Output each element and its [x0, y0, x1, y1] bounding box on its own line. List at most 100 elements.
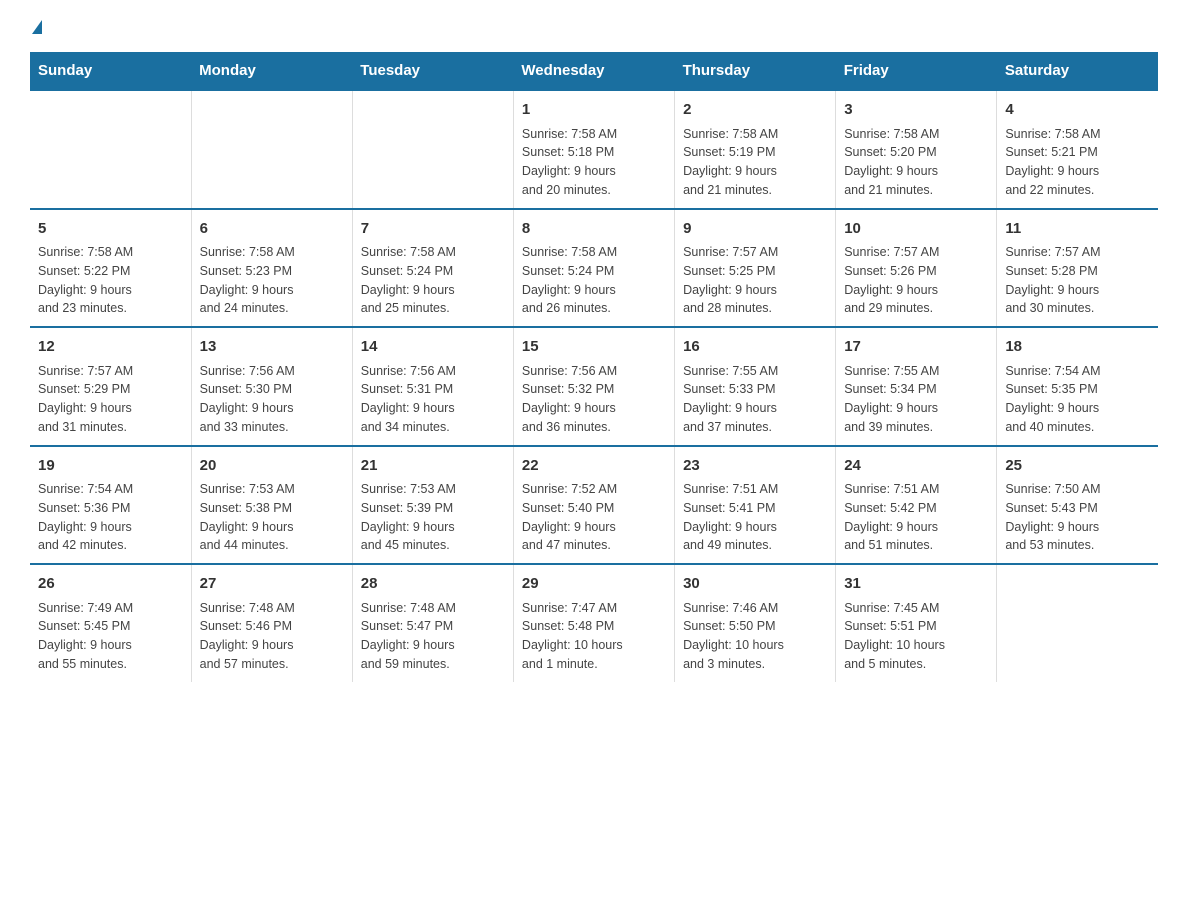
day-number: 15 — [522, 336, 666, 359]
day-number: 27 — [200, 573, 344, 596]
day-number: 31 — [844, 573, 988, 596]
calendar-cell — [191, 90, 352, 209]
calendar-table: SundayMondayTuesdayWednesdayThursdayFrid… — [30, 52, 1158, 682]
day-number: 5 — [38, 218, 183, 241]
day-number: 11 — [1005, 218, 1150, 241]
header-tuesday: Tuesday — [352, 52, 513, 90]
calendar-cell: 13 Sunrise: 7:56 AMSunset: 5:30 PMDayligh… — [191, 327, 352, 446]
calendar-cell: 7Sunrise: 7:58 AMSunset: 5:24 PMDaylight… — [352, 209, 513, 328]
day-number: 6 — [200, 218, 344, 241]
calendar-cell: 1Sunrise: 7:58 AMSunset: 5:18 PMDaylight… — [513, 90, 674, 209]
day-info: Sunrise: 7:48 AMSunset: 5:47 PMDaylight:… — [361, 599, 505, 674]
calendar-cell: 30Sunrise: 7:46 AMSunset: 5:50 PMDayligh… — [675, 564, 836, 682]
weekday-header-row: SundayMondayTuesdayWednesdayThursdayFrid… — [30, 52, 1158, 90]
day-number: 18 — [1005, 336, 1150, 359]
calendar-cell: 25Sunrise: 7:50 AMSunset: 5:43 PMDayligh… — [997, 446, 1158, 565]
calendar-cell: 19Sunrise: 7:54 AMSunset: 5:36 PMDayligh… — [30, 446, 191, 565]
day-info: Sunrise: 7:48 AMSunset: 5:46 PMDaylight:… — [200, 599, 344, 674]
day-number: 24 — [844, 455, 988, 478]
calendar-cell: 29 Sunrise: 7:47 AMSunset: 5:48 PMDayligh… — [513, 564, 674, 682]
day-info: Sunrise: 7:51 AMSunset: 5:41 PMDaylight:… — [683, 480, 827, 555]
day-number: 28 — [361, 573, 505, 596]
day-number: 19 — [38, 455, 183, 478]
page-header — [30, 20, 1158, 34]
calendar-cell — [997, 564, 1158, 682]
calendar-cell: 16 Sunrise: 7:55 AMSunset: 5:33 PMDayligh… — [675, 327, 836, 446]
week-row-5: 26 Sunrise: 7:49 AMSunset: 5:45 PMDayligh… — [30, 564, 1158, 682]
calendar-cell: 9Sunrise: 7:57 AMSunset: 5:25 PMDaylight… — [675, 209, 836, 328]
day-number: 23 — [683, 455, 827, 478]
day-info: Sunrise: 7:58 AMSunset: 5:20 PMDaylight:… — [844, 125, 988, 200]
calendar-cell: 28 Sunrise: 7:48 AMSunset: 5:47 PMDayligh… — [352, 564, 513, 682]
week-row-1: 1Sunrise: 7:58 AMSunset: 5:18 PMDaylight… — [30, 90, 1158, 209]
calendar-cell: 21Sunrise: 7:53 AMSunset: 5:39 PMDayligh… — [352, 446, 513, 565]
day-number: 4 — [1005, 99, 1150, 122]
calendar-cell: 27 Sunrise: 7:48 AMSunset: 5:46 PMDayligh… — [191, 564, 352, 682]
day-info: Sunrise: 7:57 AMSunset: 5:25 PMDaylight:… — [683, 243, 827, 318]
logo — [30, 20, 42, 34]
week-row-4: 19Sunrise: 7:54 AMSunset: 5:36 PMDayligh… — [30, 446, 1158, 565]
day-number: 13 — [200, 336, 344, 359]
day-info: Sunrise: 7:53 AMSunset: 5:38 PMDaylight:… — [200, 480, 344, 555]
day-info: Sunrise: 7:54 AMSunset: 5:36 PMDaylight:… — [38, 480, 183, 555]
header-monday: Monday — [191, 52, 352, 90]
day-number: 9 — [683, 218, 827, 241]
day-info: Sunrise: 7:50 AMSunset: 5:43 PMDaylight:… — [1005, 480, 1150, 555]
calendar-cell: 26 Sunrise: 7:49 AMSunset: 5:45 PMDayligh… — [30, 564, 191, 682]
day-number: 20 — [200, 455, 344, 478]
day-info: Sunrise: 7:49 AMSunset: 5:45 PMDaylight:… — [38, 599, 183, 674]
day-info: Sunrise: 7:58 AMSunset: 5:23 PMDaylight:… — [200, 243, 344, 318]
calendar-cell: 10Sunrise: 7:57 AMSunset: 5:26 PMDayligh… — [836, 209, 997, 328]
day-info: Sunrise: 7:58 AMSunset: 5:22 PMDaylight:… — [38, 243, 183, 318]
calendar-cell — [352, 90, 513, 209]
day-info: Sunrise: 7:53 AMSunset: 5:39 PMDaylight:… — [361, 480, 505, 555]
week-row-2: 5Sunrise: 7:58 AMSunset: 5:22 PMDaylight… — [30, 209, 1158, 328]
day-info: Sunrise: 7:55 AMSunset: 5:33 PMDaylight:… — [683, 362, 827, 437]
day-info: Sunrise: 7:57 AMSunset: 5:26 PMDaylight:… — [844, 243, 988, 318]
calendar-cell: 11Sunrise: 7:57 AMSunset: 5:28 PMDayligh… — [997, 209, 1158, 328]
day-number: 2 — [683, 99, 827, 122]
calendar-cell: 2 Sunrise: 7:58 AMSunset: 5:19 PMDaylight… — [675, 90, 836, 209]
day-number: 14 — [361, 336, 505, 359]
logo-triangle-icon — [32, 20, 42, 34]
week-row-3: 12 Sunrise: 7:57 AMSunset: 5:29 PMDayligh… — [30, 327, 1158, 446]
calendar-cell: 4Sunrise: 7:58 AMSunset: 5:21 PMDaylight… — [997, 90, 1158, 209]
day-number: 22 — [522, 455, 666, 478]
calendar-cell: 22Sunrise: 7:52 AMSunset: 5:40 PMDayligh… — [513, 446, 674, 565]
day-info: Sunrise: 7:57 AMSunset: 5:28 PMDaylight:… — [1005, 243, 1150, 318]
calendar-cell — [30, 90, 191, 209]
day-info: Sunrise: 7:58 AMSunset: 5:24 PMDaylight:… — [361, 243, 505, 318]
header-friday: Friday — [836, 52, 997, 90]
day-number: 25 — [1005, 455, 1150, 478]
day-number: 29 — [522, 573, 666, 596]
day-number: 8 — [522, 218, 666, 241]
day-number: 17 — [844, 336, 988, 359]
day-number: 26 — [38, 573, 183, 596]
calendar-cell: 17 Sunrise: 7:55 AMSunset: 5:34 PMDayligh… — [836, 327, 997, 446]
calendar-cell: 20Sunrise: 7:53 AMSunset: 5:38 PMDayligh… — [191, 446, 352, 565]
calendar-cell: 15 Sunrise: 7:56 AMSunset: 5:32 PMDayligh… — [513, 327, 674, 446]
day-info: Sunrise: 7:45 AMSunset: 5:51 PMDaylight:… — [844, 599, 988, 674]
day-number: 12 — [38, 336, 183, 359]
calendar-cell: 31 Sunrise: 7:45 AMSunset: 5:51 PMDayligh… — [836, 564, 997, 682]
day-info: Sunrise: 7:58 AMSunset: 5:24 PMDaylight:… — [522, 243, 666, 318]
day-number: 21 — [361, 455, 505, 478]
day-info: Sunrise: 7:56 AMSunset: 5:30 PMDaylight:… — [200, 362, 344, 437]
header-thursday: Thursday — [675, 52, 836, 90]
header-sunday: Sunday — [30, 52, 191, 90]
calendar-cell: 8Sunrise: 7:58 AMSunset: 5:24 PMDaylight… — [513, 209, 674, 328]
day-info: Sunrise: 7:58 AMSunset: 5:19 PMDaylight:… — [683, 125, 827, 200]
calendar-cell: 24Sunrise: 7:51 AMSunset: 5:42 PMDayligh… — [836, 446, 997, 565]
day-number: 16 — [683, 336, 827, 359]
day-number: 30 — [683, 573, 827, 596]
day-info: Sunrise: 7:51 AMSunset: 5:42 PMDaylight:… — [844, 480, 988, 555]
day-info: Sunrise: 7:55 AMSunset: 5:34 PMDaylight:… — [844, 362, 988, 437]
calendar-cell: 12 Sunrise: 7:57 AMSunset: 5:29 PMDayligh… — [30, 327, 191, 446]
calendar-cell: 14Sunrise: 7:56 AMSunset: 5:31 PMDayligh… — [352, 327, 513, 446]
day-info: Sunrise: 7:58 AMSunset: 5:18 PMDaylight:… — [522, 125, 666, 200]
day-info: Sunrise: 7:56 AMSunset: 5:32 PMDaylight:… — [522, 362, 666, 437]
day-info: Sunrise: 7:47 AMSunset: 5:48 PMDaylight:… — [522, 599, 666, 674]
header-saturday: Saturday — [997, 52, 1158, 90]
calendar-cell: 6Sunrise: 7:58 AMSunset: 5:23 PMDaylight… — [191, 209, 352, 328]
day-info: Sunrise: 7:57 AMSunset: 5:29 PMDaylight:… — [38, 362, 183, 437]
